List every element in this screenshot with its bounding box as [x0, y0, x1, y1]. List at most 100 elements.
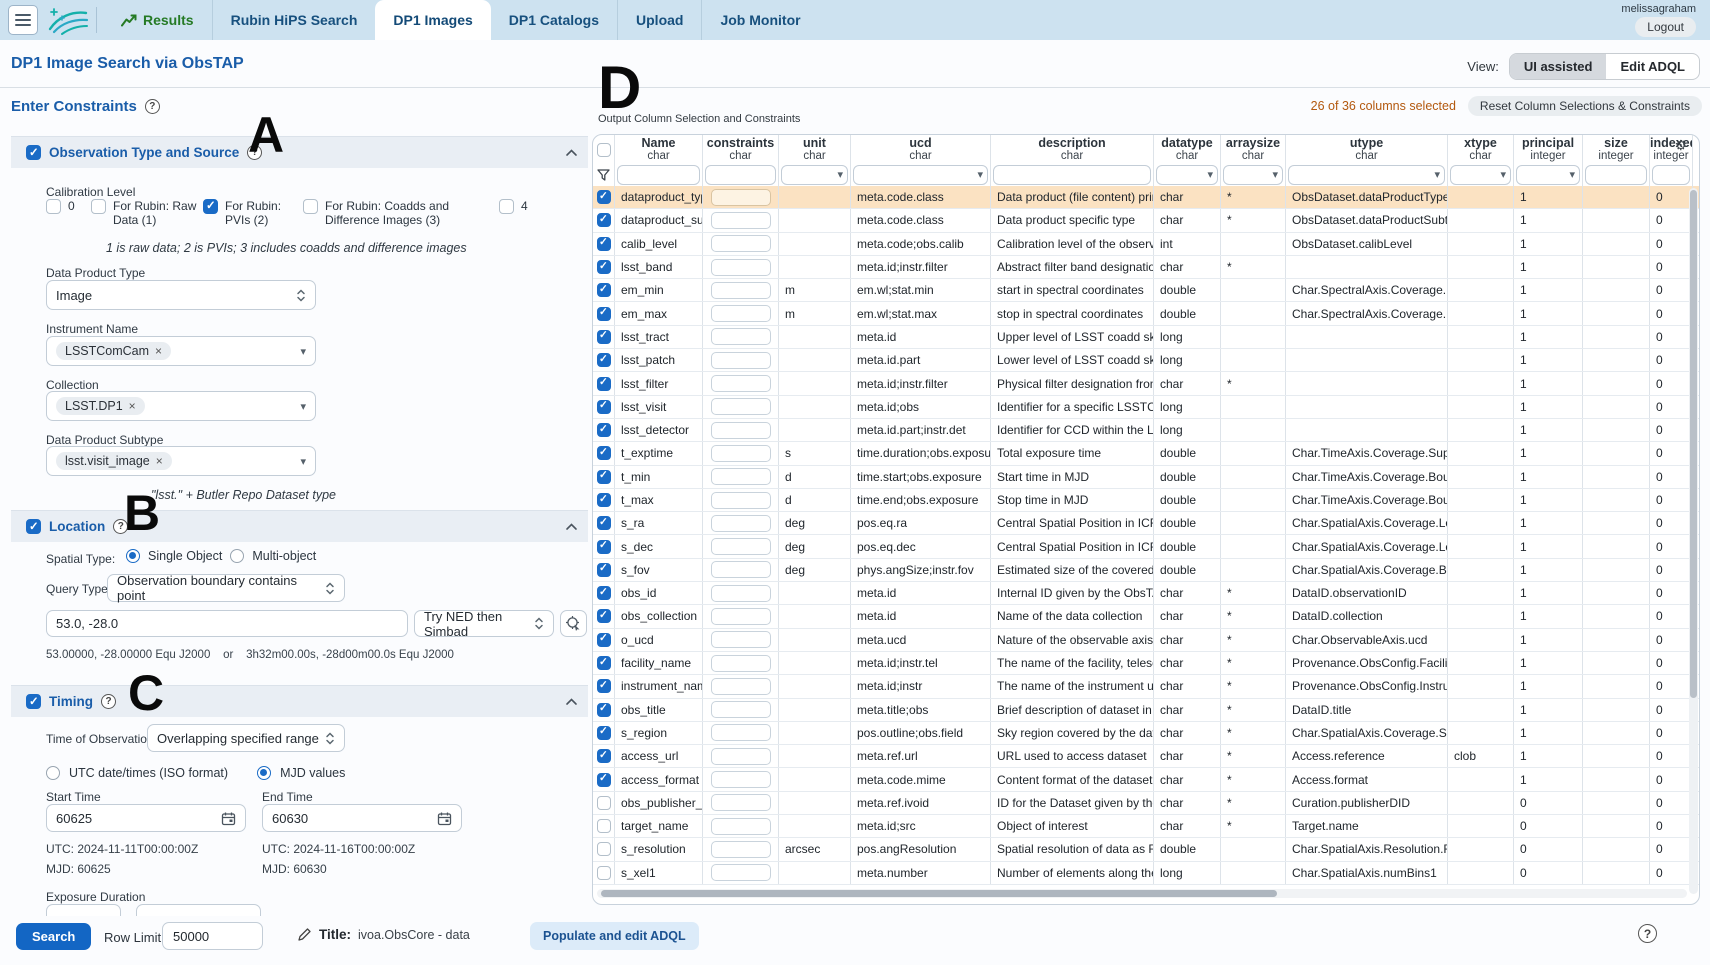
- end-time-input[interactable]: 60630: [262, 804, 462, 832]
- table-row-instrument-name[interactable]: instrument_namemeta.id;instrThe name of …: [593, 675, 1700, 698]
- constraint-input[interactable]: [711, 375, 771, 392]
- table-horizontal-scrollbar[interactable]: [597, 889, 1687, 898]
- row-checkbox[interactable]: [597, 586, 611, 600]
- constraint-input[interactable]: [711, 655, 771, 672]
- data-product-subtype-select[interactable]: lsst.visit_image×▾: [46, 446, 316, 476]
- populate-adql-button[interactable]: Populate and edit ADQL: [530, 922, 699, 950]
- column-header-size[interactable]: sizeinteger: [1583, 135, 1650, 163]
- constraint-input[interactable]: [711, 305, 771, 322]
- constraint-input[interactable]: [711, 515, 771, 532]
- constraint-input[interactable]: [711, 398, 771, 415]
- table-row-s-xel1[interactable]: s_xel1meta.numberNumber of elements alon…: [593, 862, 1700, 885]
- filter-select-principal[interactable]: ▾: [1516, 165, 1580, 185]
- timing-section-checkbox[interactable]: [26, 694, 41, 709]
- constraint-input[interactable]: [711, 585, 771, 602]
- table-row-obs-title[interactable]: obs_titlemeta.title;obsBrief description…: [593, 699, 1700, 722]
- constraint-input[interactable]: [711, 794, 771, 811]
- constraint-input[interactable]: [711, 701, 771, 718]
- constraint-input[interactable]: [711, 282, 771, 299]
- select-all-checkbox[interactable]: [597, 143, 611, 157]
- table-row-s-region[interactable]: s_regionpos.outline;obs.fieldSky region …: [593, 722, 1700, 745]
- table-row-t-min[interactable]: t_mindtime.start;obs.exposureStart time …: [593, 466, 1700, 489]
- table-row-dataproduct-subtype[interactable]: dataproduct_subtypemeta.code.classData p…: [593, 209, 1700, 232]
- row-checkbox[interactable]: [597, 446, 611, 460]
- tab-results[interactable]: Results: [103, 0, 212, 40]
- row-checkbox[interactable]: [597, 633, 611, 647]
- instrument-name-select[interactable]: LSSTComCam×▾: [46, 336, 316, 366]
- data-product-type-select[interactable]: Image: [46, 280, 316, 310]
- row-checkbox[interactable]: [597, 377, 611, 391]
- table-row-lsst-band[interactable]: lsst_bandmeta.id;instr.filterAbstract fi…: [593, 256, 1700, 279]
- table-row-target-name[interactable]: target_namemeta.id;srcObject of interest…: [593, 815, 1700, 838]
- page-help-icon[interactable]: ?: [1638, 924, 1657, 943]
- column-header-constraints[interactable]: constraintschar: [703, 135, 779, 163]
- row-checkbox[interactable]: [597, 842, 611, 856]
- tab-job-monitor[interactable]: Job Monitor: [701, 0, 818, 40]
- instrument-name-select-chip-remove-icon[interactable]: ×: [155, 344, 162, 358]
- filter-select-xtype[interactable]: ▾: [1450, 165, 1511, 185]
- query-type-select[interactable]: Observation boundary contains point: [107, 574, 345, 602]
- constraint-input[interactable]: [711, 468, 771, 485]
- row-checkbox[interactable]: [597, 353, 611, 367]
- row-checkbox[interactable]: [597, 213, 611, 227]
- table-row-t-exptime[interactable]: t_exptimestime.duration;obs.exposureTota…: [593, 442, 1700, 465]
- exposure-input-1[interactable]: [46, 904, 121, 916]
- table-row-obs-collection[interactable]: obs_collectionmeta.idName of the data co…: [593, 605, 1700, 628]
- timing-collapse-chevron-icon[interactable]: [565, 697, 578, 706]
- table-row-em-max[interactable]: em_maxmem.wl;stat.maxstop in spectral co…: [593, 302, 1700, 325]
- calibration-checkbox-for-rubin-raw-data-1[interactable]: [91, 199, 106, 214]
- row-checkbox[interactable]: [597, 866, 611, 880]
- filter-text-indexed[interactable]: [1652, 165, 1690, 185]
- table-row-em-min[interactable]: em_minmem.wl;stat.minstart in spectral c…: [593, 279, 1700, 302]
- time-format-radio-mjd-values[interactable]: [257, 766, 271, 780]
- filter-select-datatype[interactable]: ▾: [1156, 165, 1218, 185]
- constraint-input[interactable]: [711, 492, 771, 509]
- table-row-dataproduct-type[interactable]: dataproduct_typemeta.code.classData prod…: [593, 186, 1700, 209]
- start-time-input[interactable]: 60625: [46, 804, 246, 832]
- constraint-input[interactable]: [711, 608, 771, 625]
- constraint-input[interactable]: [711, 328, 771, 345]
- filter-select-unit[interactable]: ▾: [781, 165, 848, 185]
- tab-upload[interactable]: Upload: [617, 0, 701, 40]
- table-row-lsst-visit[interactable]: lsst_visitmeta.id;obsIdentifier for a sp…: [593, 396, 1700, 419]
- column-header-name[interactable]: Namechar: [615, 135, 703, 163]
- row-checkbox[interactable]: [597, 540, 611, 554]
- row-checkbox[interactable]: [597, 563, 611, 577]
- tab-dp1-catalogs[interactable]: DP1 Catalogs: [491, 0, 617, 40]
- constraint-input[interactable]: [711, 724, 771, 741]
- column-header-unit[interactable]: unitchar: [779, 135, 851, 163]
- collection-select[interactable]: LSST.DP1×▾: [46, 391, 316, 421]
- firefly-logo-icon[interactable]: [44, 3, 90, 37]
- row-checkbox[interactable]: [597, 516, 611, 530]
- table-row-access-url[interactable]: access_urlmeta.ref.urlURL used to access…: [593, 745, 1700, 768]
- row-checkbox[interactable]: [597, 773, 611, 787]
- row-limit-input[interactable]: 50000: [162, 922, 263, 950]
- row-checkbox[interactable]: [597, 493, 611, 507]
- table-settings-gear-icon[interactable]: ⚙: [1674, 137, 1687, 154]
- observation-type-section-checkbox[interactable]: [26, 145, 41, 160]
- filter-text-size[interactable]: [1585, 165, 1647, 185]
- constraint-input[interactable]: [711, 678, 771, 695]
- table-row-s-resolution[interactable]: s_resolutionarcsecpos.angResolutionSpati…: [593, 838, 1700, 861]
- table-row-s-ra[interactable]: s_radegpos.eq.raCentral Spatial Position…: [593, 512, 1700, 535]
- row-checkbox[interactable]: [597, 190, 611, 204]
- row-checkbox[interactable]: [597, 330, 611, 344]
- calibration-checkbox-for-rubin-pvis-2[interactable]: [203, 199, 218, 214]
- table-row-t-max[interactable]: t_maxdtime.end;obs.exposureStop time in …: [593, 489, 1700, 512]
- table-row-lsst-detector[interactable]: lsst_detectormeta.id.part;instr.detIdent…: [593, 419, 1700, 442]
- row-checkbox[interactable]: [597, 819, 611, 833]
- column-header-ucd[interactable]: ucdchar: [851, 135, 991, 163]
- filter-select-arraysize[interactable]: ▾: [1223, 165, 1283, 185]
- filter-select-utype[interactable]: ▾: [1288, 165, 1445, 185]
- column-header-utype[interactable]: utypechar: [1286, 135, 1448, 163]
- help-icon[interactable]: ?: [145, 99, 160, 114]
- row-checkbox[interactable]: [597, 260, 611, 274]
- start-calendar-icon[interactable]: [221, 811, 236, 826]
- resolver-select[interactable]: Try NED then Simbad: [414, 610, 554, 637]
- column-header-arraysize[interactable]: arraysizechar: [1221, 135, 1286, 163]
- constraint-input[interactable]: [711, 864, 771, 881]
- row-checkbox[interactable]: [597, 703, 611, 717]
- table-row-lsst-tract[interactable]: lsst_tractmeta.idUpper level of LSST coa…: [593, 326, 1700, 349]
- column-header-xtype[interactable]: xtypechar: [1448, 135, 1514, 163]
- view-option-ui-assisted[interactable]: UI assisted: [1510, 54, 1607, 79]
